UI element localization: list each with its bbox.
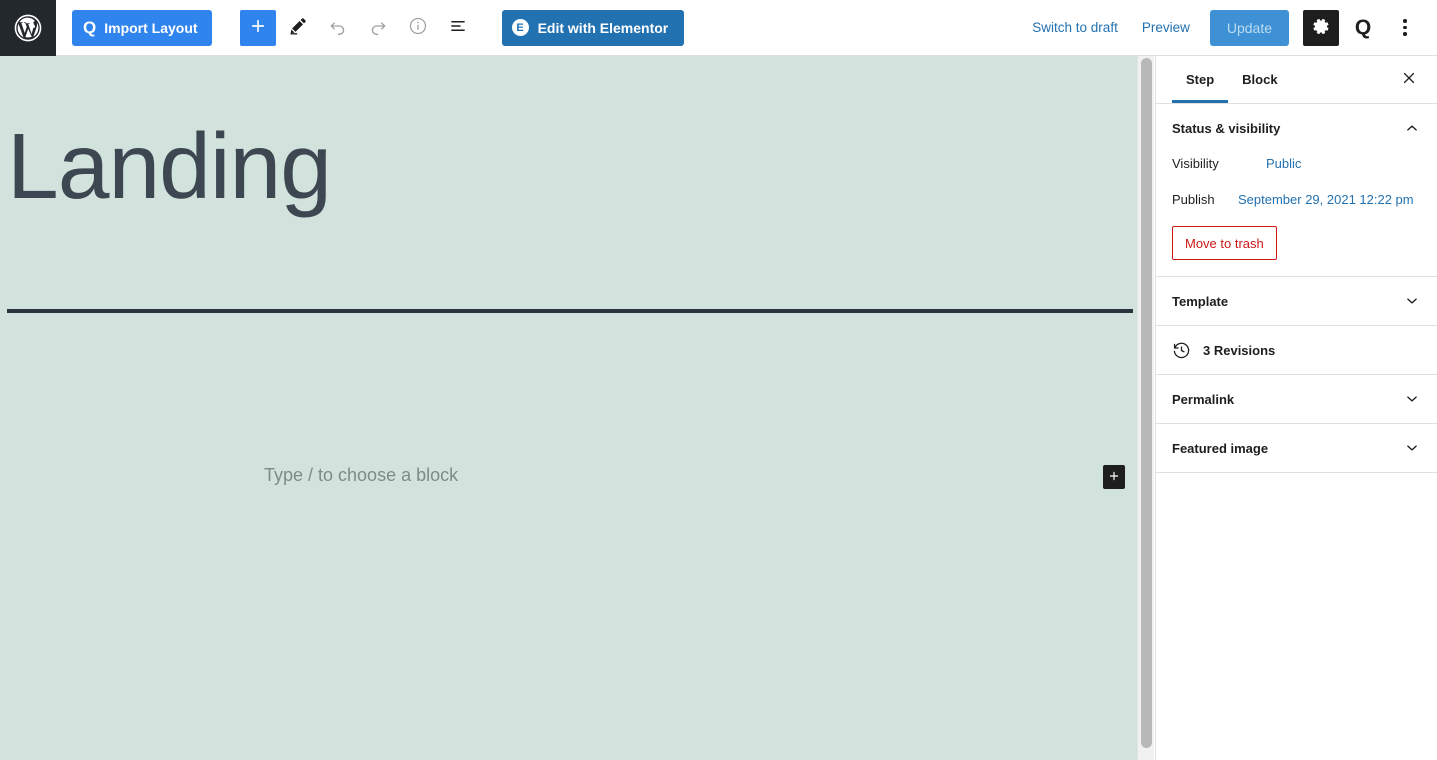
toolbar-left-group: Q Import Layout E Edit with Elementor — [56, 0, 685, 56]
editor-canvas: Landing Type / to choose a block — [0, 56, 1137, 760]
panel-featured-image-header[interactable]: Featured image — [1156, 424, 1437, 472]
block-inserter-button[interactable] — [1103, 465, 1125, 489]
publish-date-button[interactable]: September 29, 2021 12:22 pm — [1234, 190, 1418, 209]
list-view-icon — [448, 16, 468, 39]
panel-template: Template — [1156, 277, 1437, 326]
canvas-scrollbar[interactable] — [1137, 56, 1154, 760]
undo-button[interactable] — [320, 10, 356, 46]
preview-button[interactable]: Preview — [1130, 12, 1202, 43]
panel-status-visibility-header[interactable]: Status & visibility — [1156, 104, 1437, 152]
list-view-button[interactable] — [440, 10, 476, 46]
chevron-down-icon — [1403, 390, 1421, 408]
revisions-clock-icon — [1172, 341, 1191, 360]
import-layout-button[interactable]: Q Import Layout — [72, 9, 212, 46]
redo-button[interactable] — [360, 10, 396, 46]
settings-button[interactable] — [1303, 9, 1339, 46]
wordpress-logo-icon — [12, 12, 44, 44]
tab-step[interactable]: Step — [1172, 56, 1228, 103]
redo-arrow-icon — [368, 16, 388, 39]
plus-icon — [1107, 469, 1121, 486]
visibility-value-button[interactable]: Public — [1262, 154, 1305, 173]
q-logo-icon: Q — [1354, 16, 1372, 39]
quadlayers-button[interactable]: Q — [1345, 10, 1381, 46]
chevron-down-icon — [1403, 439, 1421, 457]
q-logo-icon: Q — [83, 18, 97, 37]
panel-template-header[interactable]: Template — [1156, 277, 1437, 325]
panel-featured-image-title: Featured image — [1172, 440, 1269, 456]
close-sidebar-button[interactable] — [1393, 64, 1425, 96]
canvas-scrollbar-thumb[interactable] — [1141, 58, 1152, 748]
panel-featured-image: Featured image — [1156, 424, 1437, 473]
add-block-button[interactable] — [239, 9, 276, 46]
elementor-label: Edit with Elementor — [537, 19, 669, 36]
undo-arrow-icon — [328, 16, 348, 39]
panel-permalink-header[interactable]: Permalink — [1156, 375, 1437, 423]
kebab-menu-icon — [1403, 17, 1407, 37]
edit-with-elementor-button[interactable]: E Edit with Elementor — [501, 9, 685, 46]
empty-block-row: Type / to choose a block — [0, 456, 1137, 500]
settings-sidebar: Step Block Status & visibility Visibilit… — [1155, 56, 1437, 760]
close-x-icon — [1400, 69, 1418, 90]
move-to-trash-button[interactable]: Move to trash — [1172, 226, 1277, 260]
pencil-icon — [288, 16, 308, 39]
revisions-label: 3 Revisions — [1203, 342, 1276, 358]
block-tools-group — [239, 9, 476, 46]
wordpress-logo-button[interactable] — [0, 0, 56, 56]
editor-top-toolbar: Q Import Layout E Edit with Elementor Sw… — [0, 0, 1437, 56]
toolbar-right-group: Switch to draft Preview Update Q — [1020, 0, 1437, 56]
tab-block[interactable]: Block — [1228, 56, 1291, 103]
more-options-button[interactable] — [1387, 10, 1423, 46]
plus-icon — [248, 16, 268, 39]
panel-template-title: Template — [1172, 293, 1229, 309]
elementor-logo-icon: E — [511, 19, 529, 36]
import-layout-label: Import Layout — [104, 19, 198, 36]
block-placeholder-text[interactable]: Type / to choose a block — [264, 465, 458, 486]
panel-permalink: Permalink — [1156, 375, 1437, 424]
title-separator — [7, 309, 1133, 313]
edit-tool-button[interactable] — [280, 10, 316, 46]
panel-status-visibility-title: Status & visibility — [1172, 120, 1281, 136]
revisions-button[interactable]: 3 Revisions — [1156, 326, 1437, 374]
publish-label: Publish — [1172, 191, 1215, 207]
info-circle-icon — [408, 16, 428, 39]
chevron-down-icon — [1403, 292, 1421, 310]
details-button[interactable] — [400, 10, 436, 46]
panel-status-visibility: Status & visibility Visibility Public Pu… — [1156, 104, 1437, 277]
panel-revisions: 3 Revisions — [1156, 326, 1437, 375]
update-button[interactable]: Update — [1209, 9, 1289, 46]
post-title[interactable]: Landing — [7, 117, 1137, 216]
visibility-row: Visibility Public — [1172, 152, 1421, 174]
panel-status-visibility-body: Visibility Public Publish September 29, … — [1156, 152, 1437, 276]
gear-icon — [1312, 17, 1331, 39]
visibility-label: Visibility — [1172, 155, 1219, 171]
chevron-up-icon — [1403, 119, 1421, 137]
publish-row: Publish September 29, 2021 12:22 pm — [1172, 188, 1421, 210]
panel-permalink-title: Permalink — [1172, 391, 1235, 407]
switch-to-draft-button[interactable]: Switch to draft — [1020, 12, 1130, 43]
sidebar-tab-bar: Step Block — [1156, 56, 1437, 104]
